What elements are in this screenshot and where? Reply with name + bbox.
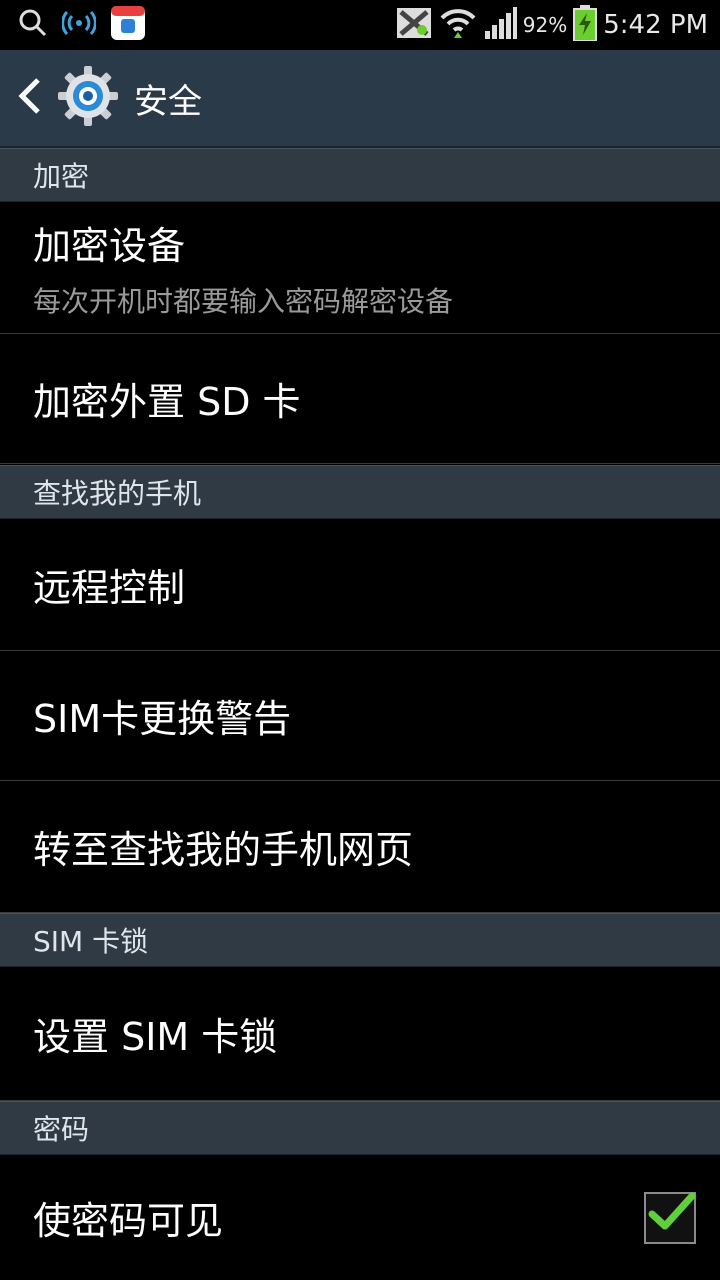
wifi-hotspot-icon	[61, 8, 97, 42]
list-item-title: 加密外置 SD 卡	[33, 380, 301, 424]
checkmark-icon	[648, 1192, 696, 1229]
app-store-icon	[110, 5, 146, 45]
status-bar: 92% 5:42 PM	[0, 0, 720, 50]
section-header-label: 加密	[33, 160, 90, 193]
section-header-label: SIM 卡锁	[33, 925, 149, 958]
list-item-make-passwords-visible[interactable]: 使密码可见	[0, 1155, 720, 1280]
list-item-subtitle: 每次开机时都要输入密码解密设备	[33, 285, 454, 318]
list-item-encrypt-device[interactable]: 加密设备 每次开机时都要输入密码解密设备	[0, 202, 720, 334]
list-item-title: 转至查找我的手机网页	[33, 828, 414, 872]
blocked-icon	[395, 6, 433, 44]
signal-icon	[483, 7, 517, 43]
list-item-title: SIM卡更换警告	[33, 697, 292, 741]
battery-percent: 92%	[522, 13, 568, 37]
action-bar: 安全	[0, 50, 720, 148]
list-item-title: 加密设备	[33, 224, 186, 268]
wifi-icon	[439, 6, 477, 44]
list-item-find-my-mobile-web[interactable]: 转至查找我的手机网页	[0, 781, 720, 913]
list-item-title: 远程控制	[33, 566, 186, 610]
password-visible-checkbox[interactable]	[644, 1191, 696, 1244]
list-item-remote-control[interactable]: 远程控制	[0, 519, 720, 651]
section-header-encryption: 加密	[0, 148, 720, 202]
list-item-encrypt-sd-card[interactable]: 加密外置 SD 卡	[0, 334, 720, 464]
section-header-label: 密码	[33, 1113, 90, 1146]
settings-gear-icon	[56, 64, 120, 132]
clock: 5:42 PM	[603, 10, 708, 40]
battery-charging-icon	[573, 5, 598, 45]
page-title: 安全	[134, 81, 202, 122]
section-header-label: 查找我的手机	[33, 477, 202, 510]
list-item-title: 使密码可见	[33, 1199, 224, 1243]
list-item-set-sim-lock[interactable]: 设置 SIM 卡锁	[0, 967, 720, 1101]
list-item-sim-change-alert[interactable]: SIM卡更换警告	[0, 651, 720, 781]
back-arrow-icon	[16, 76, 42, 120]
back-button[interactable]	[0, 50, 120, 146]
section-header-find-my-mobile: 查找我的手机	[0, 465, 720, 519]
section-header-passwords: 密码	[0, 1101, 720, 1155]
section-header-sim-lock: SIM 卡锁	[0, 913, 720, 967]
list-item-title: 设置 SIM 卡锁	[33, 1015, 278, 1059]
search-icon	[18, 8, 48, 42]
